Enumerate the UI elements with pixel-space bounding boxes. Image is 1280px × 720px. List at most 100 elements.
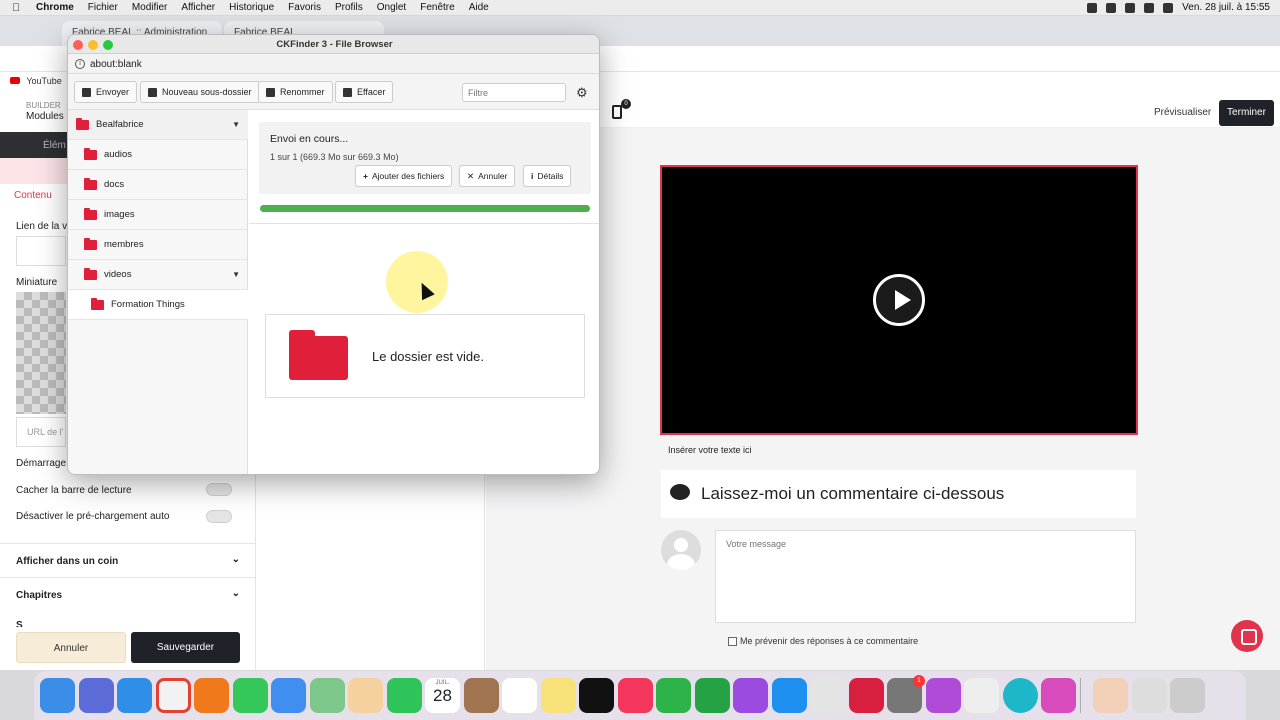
- tab-contenu[interactable]: Contenu: [14, 190, 52, 201]
- play-icon[interactable]: [873, 274, 925, 326]
- notify-checkbox[interactable]: [728, 636, 737, 646]
- wifi-icon[interactable]: [1106, 2, 1117, 13]
- comment-message-input[interactable]: [715, 530, 1136, 623]
- new-folder-button[interactable]: Nouveau sous-dossier: [140, 81, 260, 103]
- menu-favoris[interactable]: Favoris: [288, 2, 321, 13]
- app-store-icon[interactable]: [771, 678, 807, 713]
- tree-item-videos[interactable]: videos ▼: [68, 260, 248, 290]
- keynote-icon[interactable]: [1041, 678, 1076, 713]
- contacts-icon[interactable]: [463, 678, 499, 713]
- hide-bar-toggle[interactable]: [206, 483, 232, 496]
- plus-icon: +: [363, 171, 368, 181]
- filter-input[interactable]: [462, 83, 566, 102]
- bluetooth-icon[interactable]: [1144, 2, 1155, 13]
- pcloud-icon[interactable]: [1002, 678, 1038, 713]
- window-minimize-icon[interactable]: [88, 40, 98, 50]
- trash-icon[interactable]: [1170, 678, 1205, 713]
- status-icon[interactable]: [1087, 2, 1098, 13]
- maps-icon[interactable]: [309, 678, 345, 713]
- numbers-alt-icon[interactable]: [694, 678, 730, 713]
- video-link-input[interactable]: [16, 236, 66, 266]
- screenshot-icon[interactable]: [810, 678, 845, 713]
- chevron-down-icon: ⌄: [231, 588, 240, 599]
- preview-button[interactable]: Prévisualiser: [1154, 107, 1211, 118]
- textedit-icon[interactable]: [964, 678, 999, 713]
- chat-widget-icon[interactable]: [1231, 620, 1263, 652]
- delete-button[interactable]: Effacer: [335, 81, 394, 103]
- tree-item-docs[interactable]: docs: [68, 170, 248, 200]
- menu-historique[interactable]: Historique: [229, 2, 274, 13]
- bookmark-youtube[interactable]: YouTube: [26, 76, 61, 86]
- reminders-icon[interactable]: [502, 678, 537, 713]
- more-apps-icon[interactable]: [848, 678, 884, 713]
- thumbnail-url-input[interactable]: URL de l': [16, 417, 66, 447]
- menu-app-chrome[interactable]: Chrome: [36, 2, 74, 13]
- tree-root[interactable]: Bealfabrice ▼: [68, 110, 248, 140]
- window-close-icon[interactable]: [73, 40, 83, 50]
- thumbnail-placeholder[interactable]: [16, 292, 66, 414]
- numbers-icon[interactable]: [656, 678, 691, 713]
- notify-checkbox-row[interactable]: Me prévenir des réponses à ce commentair…: [728, 636, 918, 646]
- clock-icon[interactable]: [1125, 2, 1136, 13]
- apple-icon[interactable]: : [12, 2, 26, 14]
- finish-button[interactable]: Terminer: [1219, 100, 1274, 126]
- finder-icon[interactable]: [40, 678, 75, 713]
- insert-text-placeholder[interactable]: Insérer votre texte ici: [668, 445, 752, 455]
- info-icon: i: [531, 171, 534, 181]
- photos-icon[interactable]: [348, 678, 383, 713]
- messages-icon[interactable]: [232, 678, 268, 713]
- start-label: Démarrage: [16, 458, 67, 469]
- menu-profils[interactable]: Profils: [335, 2, 363, 13]
- menu-aide[interactable]: Aide: [469, 2, 489, 13]
- rename-button[interactable]: Renommer: [258, 81, 333, 103]
- podcasts-icon[interactable]: [733, 678, 768, 713]
- chrome-icon[interactable]: [155, 678, 191, 713]
- upload-count: 1 sur 1 (669.3 Mo sur 669.3 Mo): [270, 152, 399, 162]
- safari-icon[interactable]: [117, 678, 152, 713]
- system-settings-icon[interactable]: 1: [887, 675, 925, 713]
- menu-fichier[interactable]: Fichier: [88, 2, 118, 13]
- tree-item-images[interactable]: images: [68, 200, 248, 230]
- builder-dark-label[interactable]: Élém: [43, 140, 66, 151]
- details-button[interactable]: i Détails: [523, 165, 572, 187]
- music-icon[interactable]: [617, 678, 653, 713]
- mail-icon[interactable]: [271, 678, 306, 713]
- feedback-icon[interactable]: [925, 678, 961, 713]
- menu-modifier[interactable]: Modifier: [132, 2, 168, 13]
- builder-cancel-button[interactable]: Annuler: [16, 632, 126, 663]
- caret-down-icon[interactable]: ▼: [232, 120, 240, 129]
- disable-preload-toggle[interactable]: [206, 510, 232, 523]
- accordion-partial-label: S: [16, 621, 23, 627]
- tree-item-audios[interactable]: audios: [68, 140, 248, 170]
- tree-root-label: Bealfabrice: [96, 119, 144, 130]
- facetime-icon[interactable]: [386, 678, 422, 713]
- caret-down-icon[interactable]: ▼: [232, 270, 240, 279]
- folder-icon: [84, 147, 97, 160]
- music-file-icon[interactable]: [1131, 678, 1167, 713]
- tree-item-formation-things[interactable]: Formation Things: [68, 290, 248, 320]
- control-center-icon[interactable]: [1163, 2, 1174, 13]
- menu-datetime[interactable]: Ven. 28 juil. à 15:55: [1182, 2, 1270, 13]
- accordion-chapters[interactable]: Chapitres ⌄: [0, 577, 256, 611]
- firefox-icon[interactable]: [194, 678, 229, 713]
- gear-icon[interactable]: ⚙: [576, 85, 588, 101]
- menu-onglet[interactable]: Onglet: [377, 2, 406, 13]
- upload-button[interactable]: Envoyer: [74, 81, 138, 103]
- tree-item-membres[interactable]: membres: [68, 230, 248, 260]
- cancel-upload-button[interactable]: ✕ Annuler: [459, 165, 516, 187]
- apple-tv-icon[interactable]: [579, 678, 614, 713]
- menu-afficher[interactable]: Afficher: [181, 2, 215, 13]
- accordion-corner[interactable]: Afficher dans un coin ⌄: [0, 543, 256, 577]
- delete-label: Effacer: [357, 87, 386, 97]
- notes-icon[interactable]: [540, 678, 576, 713]
- add-files-button[interactable]: + Ajouter des fichiers: [355, 165, 453, 187]
- launchpad-icon[interactable]: [78, 678, 114, 713]
- builder-save-button[interactable]: Sauvegarder: [131, 632, 240, 663]
- help-icon[interactable]: [1093, 678, 1128, 713]
- rename-icon: [266, 87, 275, 97]
- calendar-icon[interactable]: JUIL. 28: [425, 678, 460, 713]
- mobile-view-icon[interactable]: [612, 105, 622, 119]
- accordion-chapters-label: Chapitres: [16, 590, 63, 601]
- menu-fenetre[interactable]: Fenêtre: [420, 2, 454, 13]
- window-zoom-icon[interactable]: [103, 40, 113, 50]
